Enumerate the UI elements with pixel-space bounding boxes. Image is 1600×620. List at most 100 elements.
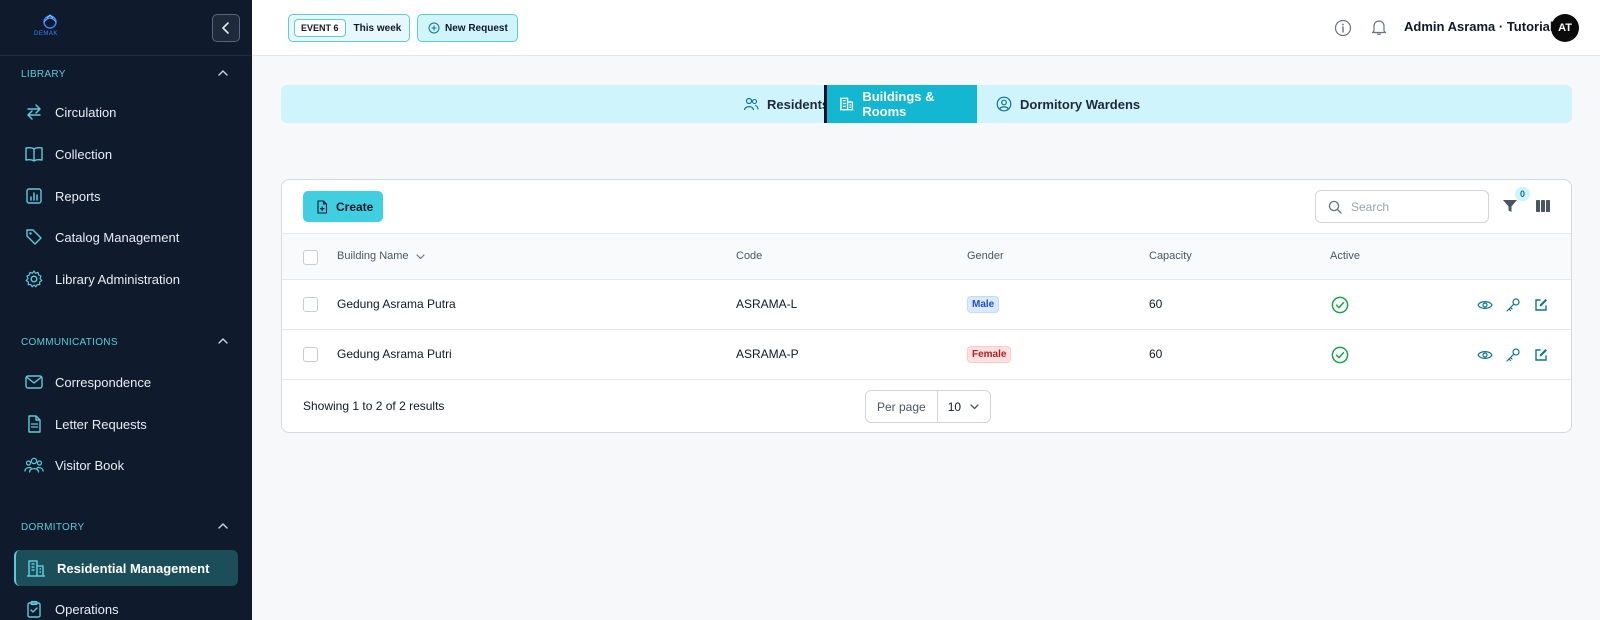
sidebar-item-letter-requests[interactable]: Letter Requests	[14, 406, 238, 442]
sidebar-item-residential-management[interactable]: Residential Management	[14, 550, 238, 586]
key-icon[interactable]	[1505, 347, 1521, 363]
envelope-icon	[25, 375, 43, 389]
edit-icon[interactable]	[1533, 347, 1549, 363]
eye-icon[interactable]	[1477, 347, 1493, 363]
search-icon	[1328, 200, 1342, 214]
event-chip[interactable]: EVENT 6 This week	[288, 14, 411, 42]
row-checkbox[interactable]	[303, 347, 318, 362]
gender-badge: Female	[967, 346, 1012, 363]
eye-icon[interactable]	[1477, 297, 1493, 313]
sidebar: DEMAK LIBRARY Circulation Collection Rep…	[0, 0, 252, 620]
building-name: Gedung Asrama Putra	[337, 297, 456, 311]
table-row: Gedung Asrama Putri ASRAMA-P Female 60	[282, 330, 1571, 380]
sidebar-item-correspondence[interactable]: Correspondence	[14, 364, 238, 400]
row-checkbox[interactable]	[303, 297, 318, 312]
plus-circle-icon	[428, 22, 440, 34]
new-request-label: New Request	[445, 22, 508, 34]
create-label: Create	[336, 199, 374, 214]
filter-icon[interactable]	[1502, 198, 1518, 214]
check-circle-icon	[1331, 346, 1349, 364]
sidebar-item-label: Letter Requests	[55, 416, 147, 432]
users-icon	[743, 97, 759, 111]
avatar[interactable]: AT	[1551, 14, 1579, 42]
sidebar-item-library-administration[interactable]: Library Administration	[14, 261, 238, 297]
sidebar-item-visitor-book[interactable]: Visitor Book	[14, 447, 238, 483]
sidebar-item-circulation[interactable]: Circulation	[14, 94, 238, 130]
sidebar-item-label: Collection	[55, 146, 113, 162]
app-logo: DEMAK	[30, 12, 70, 40]
sidebar-item-reports[interactable]: Reports	[14, 178, 238, 214]
capacity: 60	[1149, 297, 1163, 311]
collapse-sidebar-button[interactable]	[212, 14, 240, 42]
sort-building-name[interactable]: Building Name	[337, 250, 426, 262]
bell-icon[interactable]	[1370, 18, 1388, 36]
tab-label: Residents	[767, 96, 830, 112]
chevron-down-icon	[970, 404, 979, 410]
column-header: Capacity	[1149, 250, 1192, 262]
chevron-up-icon[interactable]	[216, 334, 230, 348]
sidebar-item-label: Correspondence	[55, 374, 152, 390]
sidebar-item-label: Operations	[55, 601, 119, 617]
columns-icon[interactable]	[1535, 198, 1551, 214]
per-page-label: Per page	[866, 391, 938, 422]
chevron-down-icon	[415, 253, 425, 259]
chevron-up-icon[interactable]	[216, 66, 230, 80]
user-circle-icon	[996, 96, 1012, 112]
tab-buildings-rooms[interactable]: Buildings & Rooms	[824, 85, 977, 123]
column-header: Gender	[967, 250, 1004, 262]
book-open-icon	[25, 147, 43, 162]
section-title: LIBRARY	[21, 69, 66, 80]
tab-dormitory-wardens[interactable]: Dormitory Wardens	[984, 85, 1152, 123]
new-request-button[interactable]: New Request	[417, 14, 518, 42]
sidebar-item-collection[interactable]: Collection	[14, 136, 238, 172]
section-title: COMMUNICATIONS	[21, 337, 118, 348]
chart-bar-icon	[26, 188, 42, 204]
check-circle-icon	[1331, 296, 1349, 314]
sidebar-item-label: Catalog Management	[55, 229, 180, 245]
event-tag: EVENT 6	[294, 19, 346, 37]
logo-text: DEMAK	[34, 31, 58, 37]
tab-label: Dormitory Wardens	[1020, 96, 1141, 112]
sidebar-item-label: Library Administration	[55, 271, 180, 287]
select-all-checkbox[interactable]	[303, 250, 318, 265]
event-period: This week	[353, 22, 402, 34]
sidebar-item-catalog-management[interactable]: Catalog Management	[14, 219, 238, 255]
sidebar-item-label: Reports	[55, 188, 101, 204]
chevron-up-icon[interactable]	[216, 519, 230, 533]
results-summary: Showing 1 to 2 of 2 results	[303, 399, 445, 413]
tab-bar: Residents Buildings & Rooms Dormitory Wa…	[281, 85, 1572, 123]
tag-icon	[26, 229, 42, 245]
info-icon[interactable]	[1334, 19, 1352, 37]
tab-label: Buildings & Rooms	[862, 89, 935, 119]
column-header: Building Name	[337, 250, 409, 262]
per-page-select[interactable]: Per page 10	[865, 390, 992, 423]
document-icon	[28, 415, 41, 433]
arrows-swap-icon	[27, 104, 41, 120]
sidebar-item-operations[interactable]: Operations	[14, 591, 238, 620]
buildings-table-card: Create 0 Building Name Code Gender Capac…	[281, 179, 1572, 433]
table-header: Building Name Code Gender Capacity Activ…	[282, 233, 1571, 280]
building-icon	[27, 560, 45, 577]
clipboard-check-icon	[27, 600, 41, 618]
column-header: Active	[1330, 250, 1360, 262]
gear-icon	[25, 270, 43, 288]
document-plus-icon	[317, 199, 328, 214]
table-row: Gedung Asrama Putra ASRAMA-L Male 60	[282, 280, 1571, 330]
sidebar-item-label: Residential Management	[57, 560, 210, 576]
user-name[interactable]: Admin Asrama · Tutorial	[1404, 19, 1554, 34]
chevron-left-icon	[222, 22, 229, 34]
search-input[interactable]	[1351, 199, 1471, 214]
building-code: ASRAMA-L	[736, 297, 798, 311]
filter-count-badge: 0	[1515, 187, 1530, 201]
capacity: 60	[1149, 347, 1163, 361]
section-title: DORMITORY	[21, 522, 85, 533]
users-group-icon	[24, 457, 44, 473]
edit-icon[interactable]	[1533, 297, 1549, 313]
key-icon[interactable]	[1505, 297, 1521, 313]
sidebar-header: DEMAK	[0, 0, 252, 56]
create-button[interactable]: Create	[303, 191, 383, 222]
top-header: EVENT 6 This week New Request Admin Asra…	[252, 0, 1600, 56]
building-code: ASRAMA-P	[736, 347, 799, 361]
per-page-value-wrap[interactable]: 10	[938, 391, 990, 422]
search-box[interactable]	[1315, 190, 1489, 223]
